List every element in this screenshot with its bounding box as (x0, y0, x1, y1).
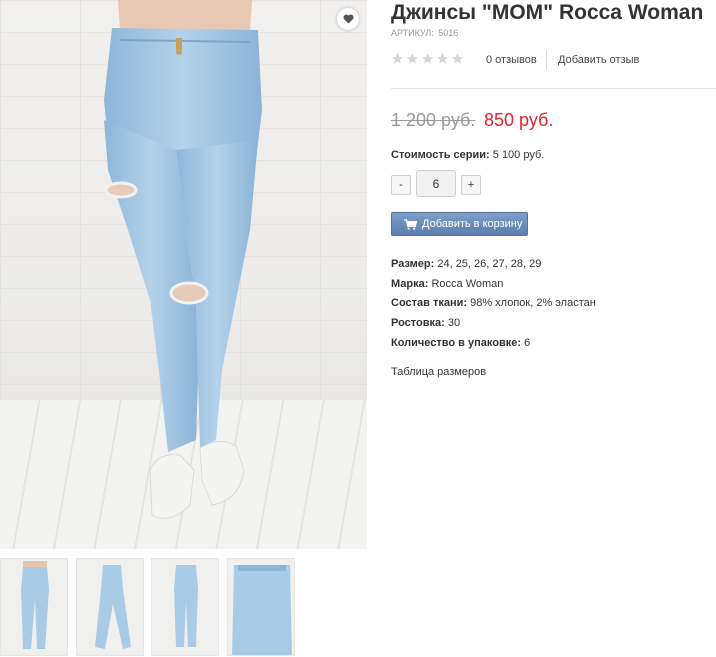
thumbnail-jeans-closeup (228, 559, 294, 655)
property-value: Rocca Woman (431, 277, 504, 290)
sku-label: АРТИКУЛ: (391, 28, 434, 38)
add-to-cart-label: Добавить в корзину (422, 218, 523, 230)
divider (391, 88, 716, 89)
property-row: Ростовка: 30 (391, 317, 596, 337)
thumbnail-4[interactable] (227, 558, 295, 656)
product-sku: АРТИКУЛ: 5016 (391, 28, 460, 38)
star-icon (437, 53, 448, 64)
favorite-button[interactable] (337, 8, 359, 30)
series-cost: Стоимость серии: 5 100 руб. (391, 149, 544, 161)
property-value: 24, 25, 26, 27, 28, 29 (437, 258, 542, 270)
quantity-increase-button[interactable]: + (461, 175, 481, 195)
add-to-cart-button[interactable]: Добавить в корзину (391, 212, 528, 236)
property-label: Количество в упаковке: (391, 336, 521, 349)
thumbnail-3[interactable] (151, 558, 219, 656)
sku-value: 5016 (438, 28, 459, 38)
reviews-count-link[interactable]: 0 отзывов (486, 54, 537, 66)
old-price: 1 200 руб. (391, 110, 476, 130)
series-cost-label: Стоимость серии: (391, 149, 490, 161)
thumbnail-jeans-side (77, 559, 143, 655)
size-table-link[interactable]: Таблица размеров (391, 366, 486, 378)
main-product-photo[interactable] (0, 0, 367, 549)
add-review-link[interactable]: Добавить отзыв (558, 54, 639, 66)
rating-stars[interactable] (391, 52, 464, 65)
star-icon (392, 53, 403, 64)
property-row: Количество в упаковке: 6 (391, 337, 596, 357)
property-value: 30 (447, 317, 461, 330)
quantity-decrease-button[interactable]: - (391, 175, 411, 195)
star-icon (407, 53, 418, 64)
divider (546, 50, 547, 70)
thumbnail-jeans-front (1, 559, 67, 655)
thumbnail-jeans-back (152, 559, 218, 655)
property-label: Марка: (391, 277, 429, 290)
property-label: Состав ткани: (391, 297, 468, 310)
thumbnail-1[interactable] (0, 558, 68, 656)
property-label: Ростовка: (391, 317, 445, 330)
property-value: 6 (524, 336, 531, 349)
property-label: Размер: (391, 258, 435, 270)
thumbnail-2[interactable] (76, 558, 144, 656)
star-icon (422, 53, 433, 64)
current-price: 850 руб. (484, 110, 554, 130)
star-icon (452, 53, 463, 64)
quantity-input[interactable] (416, 170, 456, 197)
property-row: Размер: 24, 25, 26, 27, 28, 29 (391, 258, 596, 278)
property-row: Марка: Rocca Woman (391, 278, 596, 298)
product-title: Джинсы "MOM" Rocca Woman (391, 1, 704, 24)
property-value: 98% хлопок, 2% эластан (470, 297, 596, 310)
heart-icon (342, 14, 354, 24)
thumbnail-gallery (0, 558, 300, 657)
series-cost-value: 5 100 руб. (492, 149, 545, 161)
property-row: Состав ткани: 98% хлопок, 2% эластан (391, 297, 596, 317)
jeans-illustration (104, 0, 262, 519)
product-properties: Размер: 24, 25, 26, 27, 28, 29 Марка: Ro… (391, 258, 596, 356)
cart-icon (404, 218, 417, 230)
